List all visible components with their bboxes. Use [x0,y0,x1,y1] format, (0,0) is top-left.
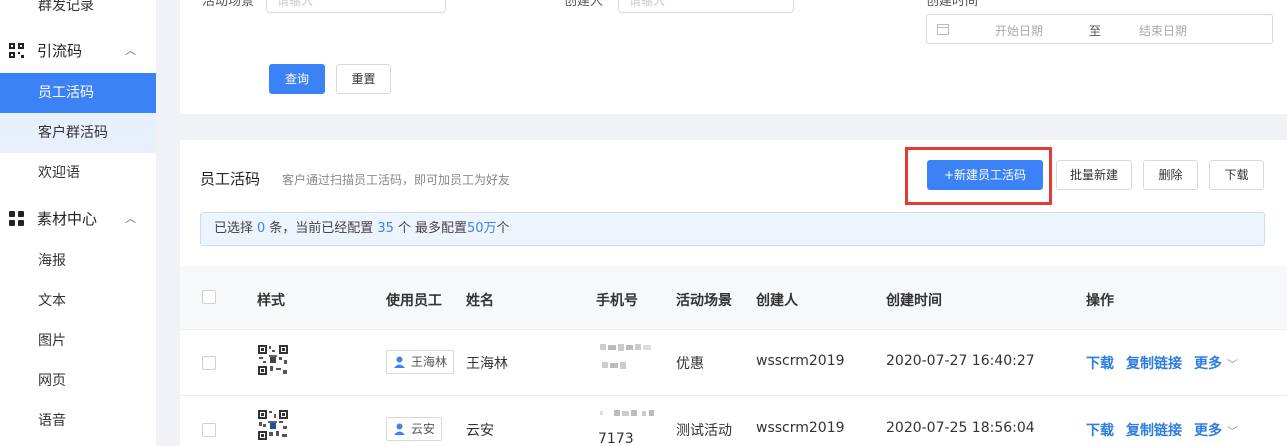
max-count: 50万 [467,221,497,236]
scene-input[interactable]: 请输入 [266,0,446,13]
time-label: 创建时间 [926,0,979,9]
col-name: 姓名 [466,293,494,309]
col-actions: 操作 [1086,293,1114,309]
qrcode-image [257,344,289,376]
sidebar-item-image[interactable]: 图片 [0,321,156,361]
creator-input[interactable]: 请输入 [618,0,794,13]
blurred-phone [600,344,651,369]
select-all-checkbox[interactable] [202,290,216,304]
creator-cell: wsscrm2019 [756,420,845,436]
row-checkbox[interactable] [202,356,216,370]
phone-cell: 7173 [598,431,634,446]
reset-button[interactable]: 重置 [336,64,391,94]
chevron-down-icon: ﹀ [1226,425,1238,438]
date-separator: 至 [1089,24,1102,38]
user-icon [394,423,405,435]
grid-icon [9,211,24,226]
main-content: 活动场景 请输入 创建人 请输入 创建时间 开始日期 至 结束日期 查询 重置 … [156,0,1287,446]
created-time-cell: 2020-07-25 18:56:04 [886,420,1035,436]
employee-tag: 云安 [386,417,443,441]
sidebar-item-voice[interactable]: 语音 [0,401,156,441]
table-row: 王海林 王海林 优惠 wsscrm2019 2020-07-27 16:40:2… [180,330,1287,396]
scene-cell: 优惠 [676,356,704,372]
user-icon [394,356,405,368]
date-range-picker[interactable]: 开始日期 至 结束日期 [926,14,1273,44]
sidebar-item-welcome[interactable]: 欢迎语 [0,153,156,193]
selection-alert: 已选择 0 条，当前已经配置 35 个 最多配置50万个 [200,212,1265,246]
name-cell: 王海林 [466,356,508,372]
sidebar-item-employee-code[interactable]: 员工活码 [0,73,156,113]
col-scene: 活动场景 [676,293,732,309]
download-button[interactable]: 下载 [1209,160,1264,190]
configured-count: 35 [377,221,394,236]
table-row: 云安 云安 7173 测试活动 wsscrm2019 2020-07-25 18… [180,397,1287,446]
download-link[interactable]: 下载 [1086,353,1114,373]
sidebar-group-material-center[interactable]: 素材中心 ︿ [0,199,156,239]
creator-label: 创建人 [564,0,604,9]
sidebar: 群发记录 引流码 ︿ 员工活码 客户群活码 欢迎语 素材中心 ︿ 海报 文本 图… [0,0,156,446]
creator-cell: wsscrm2019 [756,353,845,369]
page-description: 客户通过扫描员工活码，即可加员工为好友 [282,173,511,187]
filter-panel: 活动场景 请输入 创建人 请输入 创建时间 开始日期 至 结束日期 查询 重置 [180,0,1287,114]
chevron-up-icon: ︿ [125,212,136,225]
query-button[interactable]: 查询 [269,64,325,94]
sidebar-item-text[interactable]: 文本 [0,281,156,321]
download-link[interactable]: 下载 [1086,420,1114,440]
sidebar-item-webpage[interactable]: 网页 [0,361,156,401]
col-created-time: 创建时间 [886,293,942,309]
end-date: 结束日期 [1139,24,1188,38]
row-checkbox[interactable] [202,423,216,437]
qrcode-icon [9,43,24,58]
col-style: 样式 [257,293,285,309]
qrcode-image [257,409,289,441]
more-dropdown[interactable]: 更多 ﹀ [1194,420,1238,440]
created-time-cell: 2020-07-27 16:40:27 [886,353,1035,369]
sidebar-item-group-code[interactable]: 客户群活码 [0,113,156,153]
calendar-icon [937,24,949,35]
sidebar-item-mass-send-records[interactable]: 群发记录 [0,0,156,26]
col-phone: 手机号 [596,293,638,309]
list-panel: 员工活码 客户通过扫描员工活码，即可加员工为好友 +新建员工活码 批量新建 删除… [180,140,1287,446]
scene-label: 活动场景 [202,0,255,9]
start-date: 开始日期 [995,24,1044,38]
employee-tag: 王海林 [386,350,455,374]
selected-count: 0 [257,221,266,236]
copy-link[interactable]: 复制链接 [1126,353,1182,373]
chevron-down-icon: ﹀ [1226,358,1238,371]
chevron-up-icon: ︿ [125,44,136,57]
col-employee: 使用员工 [386,293,442,309]
new-employee-code-button[interactable]: +新建员工活码 [927,160,1043,190]
sidebar-group-traffic-code[interactable]: 引流码 ︿ [0,31,156,71]
page-title: 员工活码 [200,170,261,188]
blurred-phone [600,410,654,416]
table-header: 样式 使用员工 姓名 手机号 活动场景 创建人 创建时间 操作 [180,266,1287,330]
col-creator: 创建人 [756,293,798,309]
delete-button[interactable]: 删除 [1143,160,1198,190]
sidebar-item-poster[interactable]: 海报 [0,241,156,281]
more-dropdown[interactable]: 更多 ﹀ [1194,353,1238,373]
copy-link[interactable]: 复制链接 [1126,420,1182,440]
batch-create-button[interactable]: 批量新建 [1056,160,1132,190]
name-cell: 云安 [466,423,494,439]
scene-cell: 测试活动 [676,423,732,439]
